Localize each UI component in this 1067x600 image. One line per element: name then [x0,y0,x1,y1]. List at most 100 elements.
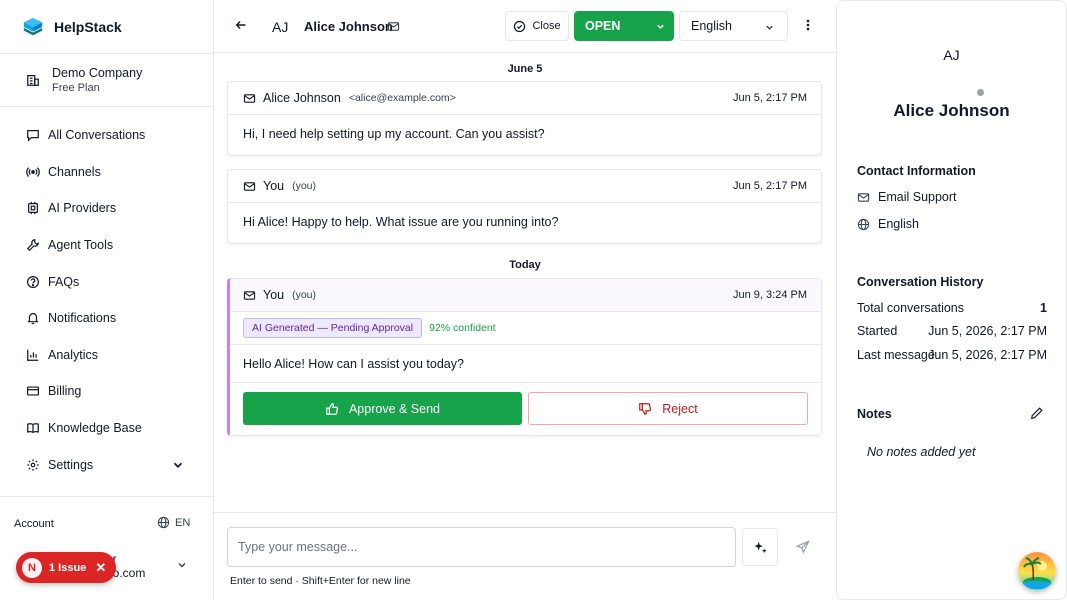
message-header: Alice Johnson <alice@example.com> Jun 5,… [228,82,821,115]
message-header: You (you) Jun 9, 3:24 PM [230,279,821,312]
account-language-switch[interactable]: EN [157,516,190,529]
ai-confidence: 92% confident [429,322,496,334]
contact-channel-label: Email Support [878,190,957,204]
thumbs-up-icon [326,402,339,415]
sidebar-item-agent-tools[interactable]: Agent Tools [0,227,213,264]
ai-pending-badge: AI Generated — Pending Approval [243,318,423,338]
chevron-down-icon[interactable] [176,559,188,571]
sparkles-icon [753,541,767,553]
avatar: AJ [943,47,960,63]
more-vertical-icon[interactable] [804,17,812,33]
contact-panel: AJ Alice Johnson Contact Information Ema… [836,0,1067,600]
message-time: Jun 9, 3:24 PM [733,289,807,301]
sidebar-item-ai-providers[interactable]: AI Providers [0,190,213,227]
reject-button[interactable]: Reject [528,392,808,425]
sidebar-item-all-conversations[interactable]: All Conversations [0,117,213,154]
history-label: Started [857,324,898,338]
message-sender: You [263,179,285,193]
approve-label: Approve & Send [348,401,441,416]
sidebar-item-label: AI Providers [48,201,117,216]
history-heading: Conversation History [857,275,984,289]
history-value: Jun 5, 2026, 2:17 PM [928,324,1047,338]
arrow-left-icon[interactable] [234,18,248,32]
gear-icon [27,458,39,471]
mail-icon [243,290,256,300]
send-button[interactable] [785,528,821,566]
notes-empty-state: No notes added yet [867,445,976,459]
message-body: Hello Alice! How can I assist you today? [230,345,821,383]
issue-badge[interactable]: N 1 Issue ✕ [16,552,116,583]
message-sender-tag: (you) [292,289,317,301]
history-row: Last message Jun 5, 2026, 2:17 PM [857,348,1047,362]
composer-hint: Enter to send · Shift+Enter for new line [230,575,411,587]
message-time: Jun 5, 2:17 PM [733,92,807,104]
globe-icon [857,218,870,230]
notes-heading: Notes [857,407,892,421]
history-value: Jun 5, 2026, 2:17 PM [928,348,1047,362]
sidebar-item-label: Channels [48,164,101,179]
contact-name: Alice Johnson [893,101,1010,120]
mail-icon [857,192,870,202]
sidebar-item-settings[interactable]: Settings [0,446,213,483]
sidebar-item-label: Billing [48,384,82,399]
org-name: Demo Company [52,66,143,80]
mail-icon [387,22,400,31]
language-select[interactable]: English [679,11,788,41]
assistant-avatar-button[interactable] [1018,552,1056,590]
date-separator: Today [509,259,541,271]
composer: Enter to send · Shift+Enter for new line [214,512,836,600]
sidebar-item-label: Analytics [48,347,99,362]
ai-draft-card: You (you) Jun 9, 3:24 PM AI Generated — … [227,278,822,436]
thumbs-down-icon [639,402,652,415]
org-switcher[interactable]: Demo Company Free Plan [0,54,213,107]
approve-send-button[interactable]: Approve & Send [243,392,522,425]
mail-icon [243,93,256,103]
sidebar-item-notifications[interactable]: Notifications [0,300,213,337]
chevron-down-icon [766,25,773,30]
sidebar-item-billing[interactable]: Billing [0,373,213,410]
pencil-icon[interactable] [1030,406,1044,420]
close-icon[interactable]: ✕ [95,560,106,576]
broadcast-icon [26,167,40,177]
ai-status-row: AI Generated — Pending Approval 92% conf… [230,312,821,345]
question-icon [26,275,40,288]
message-thread[interactable]: June 5 Alice Johnson <alice@example.com>… [214,53,836,512]
language-select-value: English [691,19,732,33]
history-value: 1 [1040,301,1047,315]
org-plan: Free Plan [52,82,100,94]
status-label: OPEN [585,19,621,33]
sidebar-item-label: Knowledge Base [48,421,142,436]
sidebar-item-label: FAQs [48,274,80,289]
sidebar-item-analytics[interactable]: Analytics [0,337,213,374]
reject-label: Reject [662,401,698,416]
account-divider [0,496,213,497]
sidebar-item-faqs[interactable]: FAQs [0,263,213,300]
message-sender: Alice Johnson [263,91,341,105]
chevron-down-icon [173,462,183,469]
message-body: Hi, I need help setting up my account. C… [243,127,545,141]
presence-indicator [977,89,984,96]
sidebar-item-label: Notifications [48,311,117,326]
sidebar-nav: All Conversations Channels AI Providers … [0,107,213,483]
conversation-view: AJ Alice Johnson Close OPEN English June… [214,0,836,600]
close-conversation-button[interactable]: Close [505,11,569,41]
brand[interactable]: HelpStack [0,0,213,54]
message-time: Jun 5, 2:17 PM [733,180,807,192]
mail-icon [243,181,256,191]
send-icon [796,540,810,554]
globe-icon [157,516,170,529]
message-sender: You [263,288,285,302]
bell-icon [27,313,39,325]
sidebar-item-knowledge-base[interactable]: Knowledge Base [0,410,213,447]
avatar: AJ [272,19,289,35]
sidebar-item-channels[interactable]: Channels [0,154,213,191]
message-input[interactable] [227,527,736,567]
contact-channel: Email Support [857,190,957,204]
history-label: Total conversations [857,301,965,315]
ai-assist-button[interactable] [742,528,778,566]
conversation-topbar: AJ Alice Johnson Close OPEN English [214,0,836,53]
island-avatar-icon [1018,552,1056,590]
status-dropdown[interactable]: OPEN [574,11,674,41]
wrench-icon [26,239,39,252]
sidebar-item-label: All Conversations [48,128,146,143]
